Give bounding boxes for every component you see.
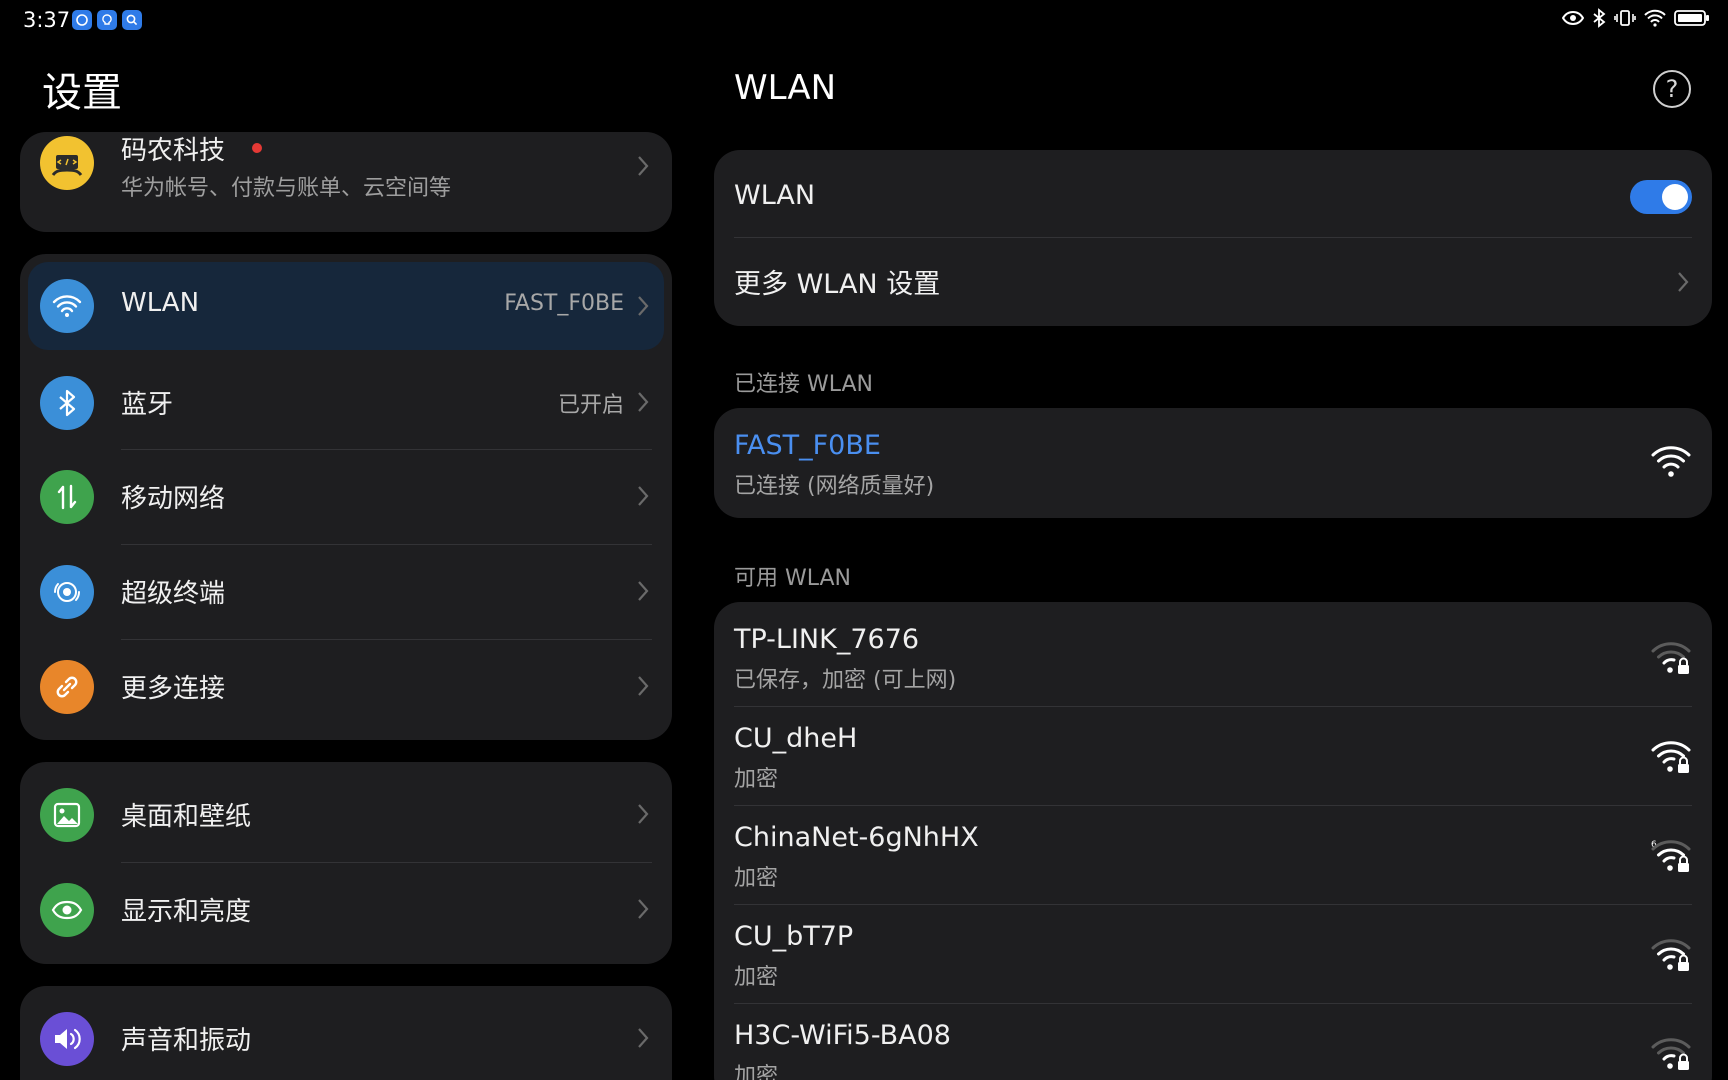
chevron-right-icon bbox=[638, 392, 649, 412]
chevron-right-icon bbox=[638, 296, 649, 316]
settings-item-bluetooth[interactable]: 蓝牙 已开启 bbox=[20, 356, 672, 450]
chevron-right-icon bbox=[1678, 272, 1689, 292]
sound-group: 声音和振动 bbox=[20, 986, 672, 1080]
network-ssid: H3C-WiFi5-BA08 bbox=[734, 1020, 951, 1051]
settings-item-label: 超级终端 bbox=[121, 579, 226, 609]
settings-item-super-device[interactable]: 超级终端 bbox=[20, 545, 672, 639]
eye-comfort-icon bbox=[1562, 10, 1584, 26]
wifi-icon bbox=[40, 279, 94, 333]
settings-item-label: 桌面和壁纸 bbox=[121, 802, 252, 832]
notification-bulb-icon bbox=[97, 10, 117, 30]
battery-icon bbox=[1674, 10, 1709, 26]
chevron-right-icon bbox=[638, 899, 649, 919]
wlan-toggle-label: WLAN bbox=[734, 180, 816, 211]
chevron-right-icon bbox=[638, 156, 649, 176]
wifi-6-signal-locked-icon: 6 bbox=[1651, 840, 1691, 872]
chevron-right-icon bbox=[638, 581, 649, 601]
available-networks-card: TP-LINK_7676 已保存，加密 (可上网) CU_dheH 加密 Chi… bbox=[714, 602, 1712, 1080]
settings-item-label: 声音和振动 bbox=[121, 1026, 252, 1056]
wifi-signal-locked-icon bbox=[1651, 1038, 1691, 1070]
account-name: 码农科技 bbox=[121, 136, 226, 166]
network-row[interactable]: TP-LINK_7676 已保存，加密 (可上网) bbox=[714, 602, 1712, 701]
wlan-settings-card: WLAN 更多 WLAN 设置 bbox=[714, 150, 1712, 326]
settings-item-more-connections[interactable]: 更多连接 bbox=[20, 640, 672, 734]
chevron-right-icon bbox=[638, 804, 649, 824]
network-ssid: ChinaNet-6gNhHX bbox=[734, 822, 979, 853]
notification-app-icon bbox=[72, 10, 92, 30]
network-ssid: FAST_F0BE bbox=[734, 430, 881, 461]
connected-network-card: FAST_F0BE 已连接 (网络质量好) bbox=[714, 408, 1712, 518]
display-group: 桌面和壁纸 显示和亮度 bbox=[20, 762, 672, 964]
settings-item-display[interactable]: 显示和亮度 bbox=[20, 863, 672, 957]
settings-item-label: WLAN bbox=[121, 288, 200, 318]
settings-item-wlan[interactable]: WLAN FAST_F0BE bbox=[20, 262, 672, 350]
wlan-toggle-row[interactable]: WLAN bbox=[714, 150, 1712, 238]
wifi-signal-locked-icon bbox=[1651, 939, 1691, 971]
chevron-right-icon bbox=[638, 676, 649, 696]
page-title: 设置 bbox=[42, 70, 122, 116]
detail-title: WLAN bbox=[734, 68, 837, 108]
bluetooth-status-icon bbox=[1593, 8, 1606, 28]
available-section-header: 可用 WLAN bbox=[734, 566, 852, 591]
network-row-connected[interactable]: FAST_F0BE 已连接 (网络质量好) bbox=[714, 408, 1712, 518]
eye-icon bbox=[40, 883, 94, 937]
network-ssid: CU_dheH bbox=[734, 723, 858, 754]
settings-item-value: 已开启 bbox=[557, 393, 624, 418]
wlan-toggle-switch[interactable] bbox=[1630, 180, 1692, 214]
notification-search-icon bbox=[122, 10, 142, 30]
account-subtitle: 华为帐号、付款与账单、云空间等 bbox=[121, 176, 452, 201]
network-row[interactable]: CU_bT7P 加密 bbox=[714, 899, 1712, 998]
network-status: 加密 bbox=[734, 965, 779, 990]
wifi-signal-locked-icon bbox=[1651, 741, 1691, 773]
more-wlan-settings-label: 更多 WLAN 设置 bbox=[734, 269, 941, 300]
settings-item-label: 移动网络 bbox=[121, 484, 226, 514]
connected-section-header: 已连接 WLAN bbox=[734, 372, 874, 397]
vibrate-icon bbox=[1614, 10, 1636, 26]
network-ssid: TP-LINK_7676 bbox=[734, 624, 920, 655]
toggle-knob bbox=[1662, 184, 1688, 210]
wifi-signal-locked-icon bbox=[1651, 642, 1691, 674]
chevron-right-icon bbox=[638, 486, 649, 506]
network-status: 已保存，加密 (可上网) bbox=[734, 668, 957, 693]
network-status: 已连接 (网络质量好) bbox=[734, 474, 935, 499]
status-time: 3:37 bbox=[23, 8, 71, 32]
settings-item-wallpaper[interactable]: 桌面和壁纸 bbox=[20, 768, 672, 862]
notification-dot bbox=[252, 143, 262, 153]
network-status: 加密 bbox=[734, 866, 779, 891]
help-button[interactable]: ? bbox=[1653, 70, 1691, 108]
settings-item-label: 更多连接 bbox=[121, 674, 226, 704]
wallpaper-icon bbox=[40, 788, 94, 842]
settings-item-label: 蓝牙 bbox=[121, 390, 174, 420]
mobile-data-icon bbox=[40, 470, 94, 524]
chevron-right-icon bbox=[638, 1028, 649, 1048]
network-row[interactable]: H3C-WiFi5-BA08 加密 bbox=[714, 998, 1712, 1080]
super-device-icon bbox=[40, 565, 94, 619]
settings-item-sound[interactable]: 声音和振动 bbox=[20, 992, 672, 1080]
help-icon: ? bbox=[1665, 75, 1679, 103]
settings-item-label: 显示和亮度 bbox=[121, 897, 252, 927]
bluetooth-icon bbox=[40, 376, 94, 430]
connectivity-group: WLAN FAST_F0BE 蓝牙 已开启 移动网络 超级终端 更多连接 bbox=[20, 254, 672, 740]
network-row[interactable]: CU_dheH 加密 bbox=[714, 701, 1712, 800]
settings-item-value: FAST_F0BE bbox=[504, 291, 624, 316]
settings-item-mobile-network[interactable]: 移动网络 bbox=[20, 450, 672, 544]
network-row[interactable]: ChinaNet-6gNhHX 加密 6 bbox=[714, 800, 1712, 899]
wifi-signal-full-icon bbox=[1651, 446, 1691, 477]
avatar bbox=[40, 136, 94, 190]
network-status: 加密 bbox=[734, 767, 779, 792]
account-card[interactable]: 码农科技 华为帐号、付款与账单、云空间等 bbox=[20, 132, 672, 232]
link-icon bbox=[40, 660, 94, 714]
network-status: 加密 bbox=[734, 1064, 779, 1080]
network-ssid: CU_bT7P bbox=[734, 921, 854, 952]
status-bar: 3:37 bbox=[0, 0, 1728, 40]
wifi-status-icon bbox=[1644, 9, 1666, 27]
speaker-icon bbox=[40, 1012, 94, 1066]
more-wlan-settings-row[interactable]: 更多 WLAN 设置 bbox=[714, 238, 1712, 326]
